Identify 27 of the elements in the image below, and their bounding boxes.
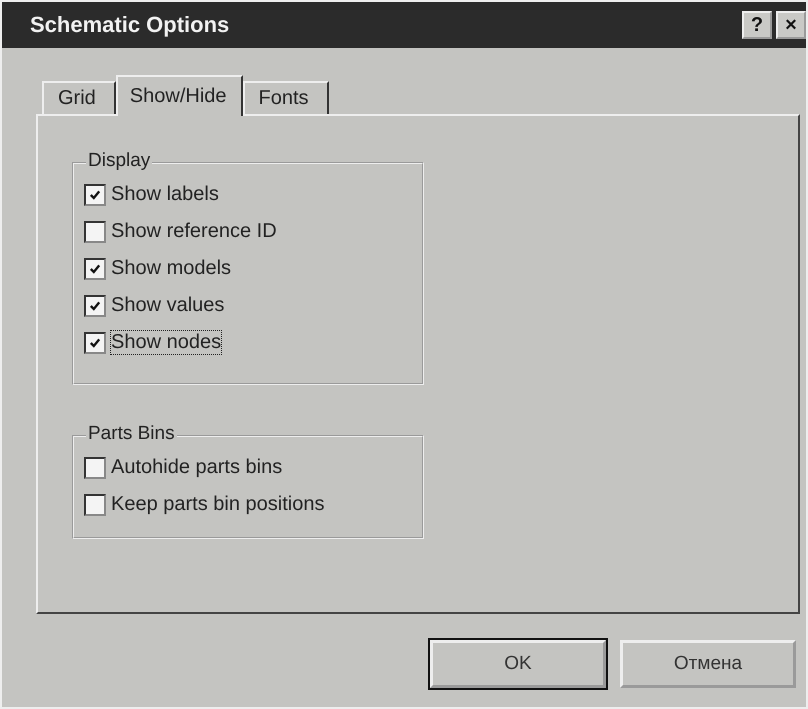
checkbox[interactable] [84, 258, 106, 280]
checkmark-icon [89, 336, 101, 348]
checkbox-label[interactable]: Show labels [110, 182, 220, 207]
checkbox-label[interactable]: Autohide parts bins [110, 455, 284, 480]
close-button[interactable]: × [776, 11, 806, 39]
tab[interactable]: Show/Hide [116, 75, 243, 116]
checkbox[interactable] [84, 220, 106, 242]
checkmark-icon [89, 262, 101, 274]
checkbox[interactable] [84, 456, 106, 478]
checkbox-label[interactable]: Show nodes [110, 330, 222, 355]
checkbox-label[interactable]: Show reference ID [110, 219, 278, 244]
checkbox-label[interactable]: Show models [110, 256, 232, 281]
window-title: Schematic Options [30, 12, 230, 38]
tab[interactable]: Grid [42, 81, 116, 114]
ok-button[interactable]: OK [430, 640, 606, 688]
checkbox[interactable] [84, 184, 106, 206]
cancel-button[interactable]: Отмена [620, 640, 796, 688]
help-button[interactable]: ? [742, 11, 772, 39]
checkbox[interactable] [84, 332, 106, 354]
tab[interactable]: Fonts [242, 81, 329, 114]
checkmark-icon [89, 300, 101, 312]
group-label: Display [86, 150, 152, 172]
checkbox[interactable] [84, 494, 106, 516]
checkbox-label[interactable]: Keep parts bin positions [110, 492, 326, 517]
checkbox[interactable] [84, 294, 106, 316]
checkmark-icon [89, 188, 101, 200]
checkbox-label[interactable]: Show values [110, 293, 226, 318]
